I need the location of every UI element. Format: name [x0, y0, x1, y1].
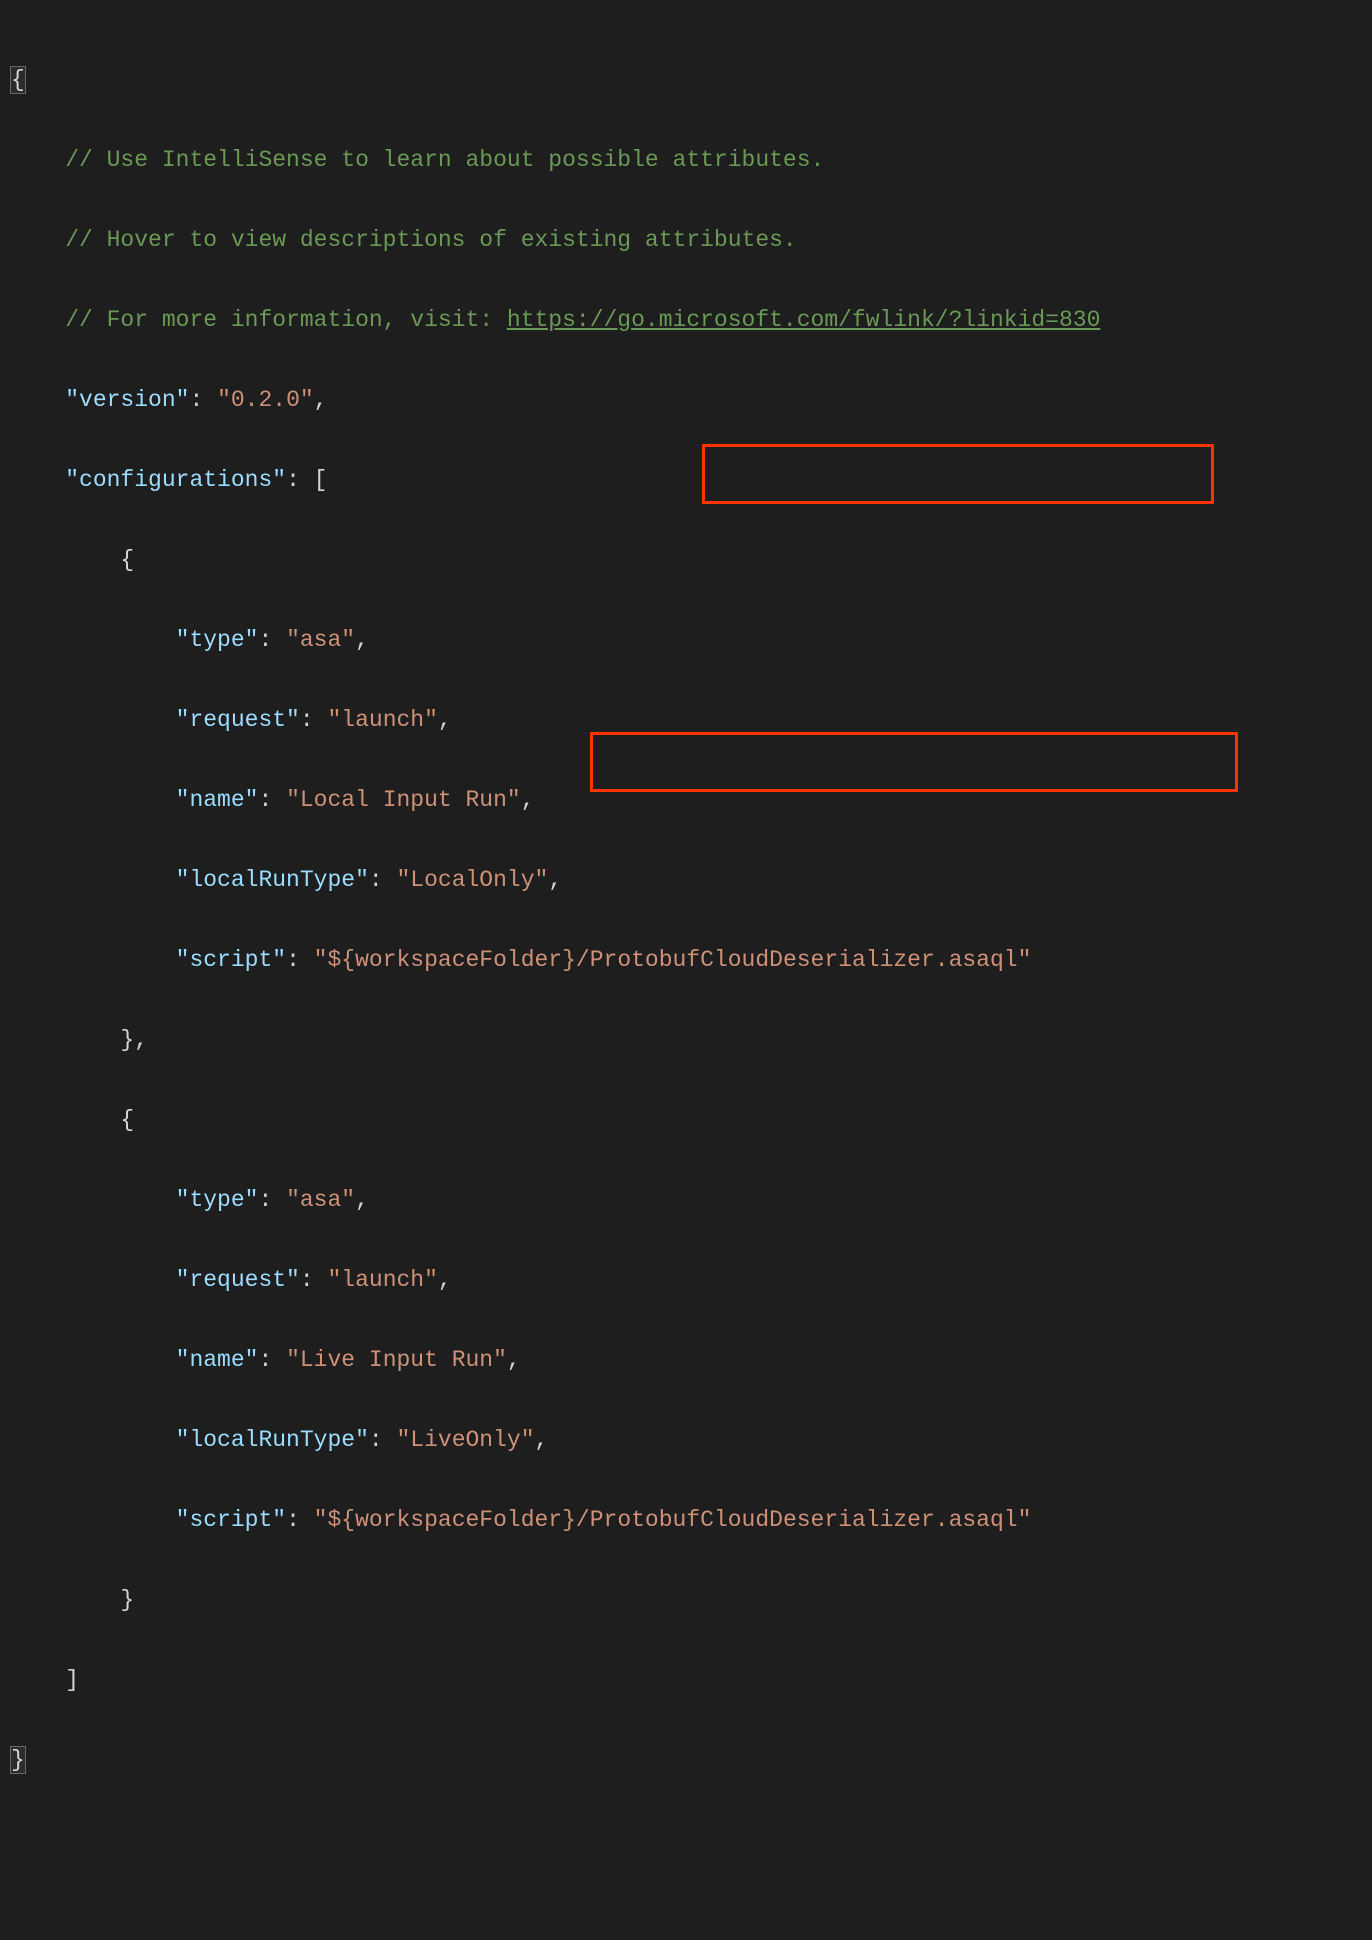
json-string: "launch": [327, 1267, 437, 1293]
open-brace: {: [10, 66, 26, 94]
close-bracket: ]: [65, 1667, 79, 1693]
indent: [10, 867, 176, 893]
comma: ,: [355, 1187, 369, 1213]
open-bracket: [: [314, 467, 328, 493]
json-key: "version": [65, 387, 189, 413]
colon: :: [258, 1187, 286, 1213]
json-string: "0.2.0": [217, 387, 314, 413]
close-brace: }: [10, 1746, 26, 1774]
colon: :: [300, 1267, 328, 1293]
indent: [10, 1427, 176, 1453]
json-key: "request": [176, 1267, 300, 1293]
json-key: "script": [176, 1507, 286, 1533]
json-key: "type": [176, 1187, 259, 1213]
close-brace: }: [120, 1587, 134, 1613]
indent: [10, 1187, 176, 1213]
json-string: "launch": [327, 707, 437, 733]
indent: [10, 547, 120, 573]
close-brace: },: [120, 1027, 148, 1053]
colon: :: [300, 707, 328, 733]
colon: :: [286, 467, 314, 493]
json-key: "name": [176, 787, 259, 813]
json-string: "Live Input Run": [286, 1347, 507, 1373]
json-string: "asa": [286, 1187, 355, 1213]
comma: ,: [521, 787, 535, 813]
open-brace: {: [120, 1107, 134, 1133]
colon: :: [286, 1507, 314, 1533]
indent: [10, 1107, 120, 1133]
comma: ,: [535, 1427, 549, 1453]
json-key: "name": [176, 1347, 259, 1373]
indent: [10, 947, 176, 973]
colon: :: [189, 387, 217, 413]
json-string: "asa": [286, 627, 355, 653]
colon: :: [286, 947, 314, 973]
indent: [10, 387, 65, 413]
comment-line: // Use IntelliSense to learn about possi…: [65, 147, 824, 173]
indent: [10, 627, 176, 653]
comma: ,: [314, 387, 328, 413]
json-string: "LiveOnly": [396, 1427, 534, 1453]
comma: ,: [438, 707, 452, 733]
comma: ,: [355, 627, 369, 653]
json-string: "Local Input Run": [286, 787, 521, 813]
indent: [10, 467, 65, 493]
comment-line: // For more information, visit: https://…: [65, 307, 1100, 333]
indent: [10, 707, 176, 733]
comma: ,: [507, 1347, 521, 1373]
json-key: "script": [176, 947, 286, 973]
indent: [10, 1667, 65, 1693]
json-key: "request": [176, 707, 300, 733]
docs-link[interactable]: https://go.microsoft.com/fwlink/?linkid=…: [507, 307, 1101, 333]
comma: ,: [438, 1267, 452, 1293]
open-brace: {: [120, 547, 134, 573]
indent: [10, 1027, 120, 1053]
json-key: "type": [176, 627, 259, 653]
indent: [10, 787, 176, 813]
indent: [10, 1347, 176, 1373]
json-key: "localRunType": [176, 867, 369, 893]
indent: [10, 1267, 176, 1293]
code-editor[interactable]: { // Use IntelliSense to learn about pos…: [0, 0, 1372, 1940]
colon: :: [369, 1427, 397, 1453]
json-key: "configurations": [65, 467, 286, 493]
json-string: "${workspaceFolder}/ProtobufCloudDeseria…: [314, 947, 1032, 973]
json-string: "LocalOnly": [396, 867, 548, 893]
colon: :: [258, 627, 286, 653]
json-key: "localRunType": [176, 1427, 369, 1453]
indent: [10, 227, 65, 253]
indent: [10, 147, 65, 173]
indent: [10, 1587, 120, 1613]
colon: :: [258, 787, 286, 813]
colon: :: [258, 1347, 286, 1373]
comment-line: // Hover to view descriptions of existin…: [65, 227, 797, 253]
colon: :: [369, 867, 397, 893]
indent: [10, 307, 65, 333]
json-string: "${workspaceFolder}/ProtobufCloudDeseria…: [314, 1507, 1032, 1533]
indent: [10, 1507, 176, 1533]
comma: ,: [548, 867, 562, 893]
